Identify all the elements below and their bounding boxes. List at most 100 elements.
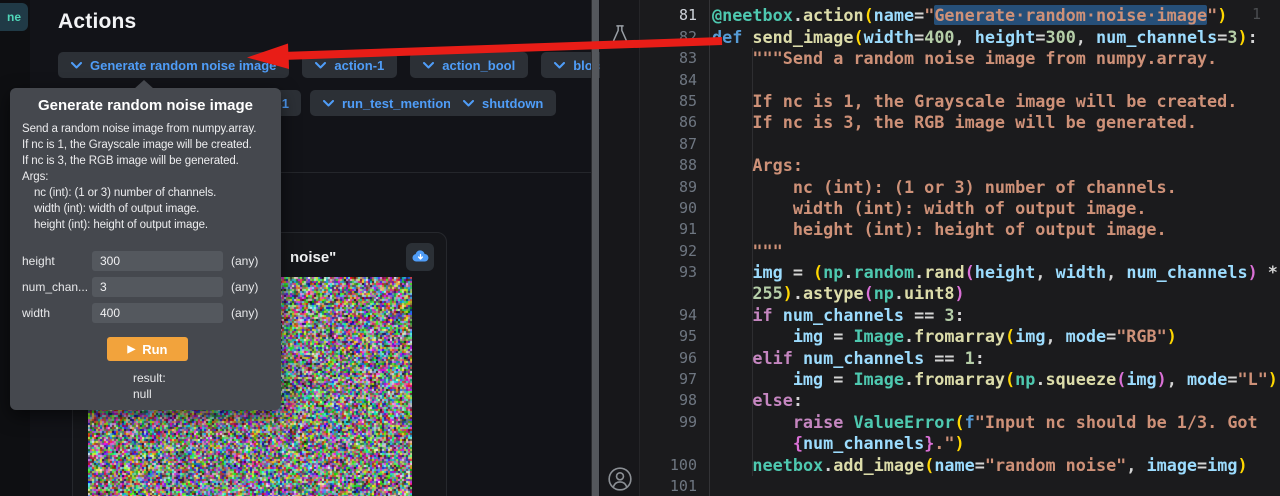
code-text: img = Image.fromarray(img, mode="RGB")	[697, 326, 1177, 347]
account-icon[interactable]	[607, 466, 633, 492]
action-button[interactable]: action_bool	[410, 52, 528, 78]
page-title: Actions	[58, 10, 136, 34]
line-number: 90	[640, 198, 697, 219]
chevron-down-icon	[463, 100, 474, 107]
code-text: if num_channels == 3:	[697, 305, 965, 326]
code-text: Args:	[697, 155, 803, 176]
code-line: 96 elif num_channels == 1:	[640, 348, 1280, 369]
line-number: 93	[640, 262, 697, 283]
chevron-down-icon	[315, 62, 326, 69]
run-button-label: Run	[142, 342, 167, 357]
field-type-hint: (any)	[231, 280, 258, 294]
field-row: num_chan... (any)	[22, 277, 272, 297]
field-input[interactable]	[92, 277, 223, 297]
code-text: raise ValueError(f"Input nc should be 1/…	[697, 412, 1258, 433]
code-line: 84	[640, 70, 1280, 91]
line-number	[640, 283, 697, 304]
line-number: 85	[640, 91, 697, 112]
field-label: width	[22, 306, 92, 320]
code-text: elif num_channels == 1:	[697, 348, 985, 369]
code-editor[interactable]: 8081@neetbox.action(name="Generate·rando…	[640, 0, 1280, 496]
code-text: img = (np.random.rand(height, width, num…	[697, 262, 1278, 283]
line-number: 96	[640, 348, 697, 369]
code-line: 91 height (int): height of output image.	[640, 219, 1280, 240]
action-button-label: shutdown	[482, 96, 543, 111]
chevron-down-icon	[554, 62, 565, 69]
code-line: {num_channels}.")	[640, 433, 1280, 454]
code-text: width (int): width of output image.	[697, 198, 1146, 219]
field-type-hint: (any)	[231, 254, 258, 268]
code-line: 94 if num_channels == 3:	[640, 305, 1280, 326]
line-number: 92	[640, 241, 697, 262]
code-text	[697, 134, 712, 155]
action-button-label: run_test_mention	[342, 96, 451, 111]
line-number: 89	[640, 177, 697, 198]
result-label: result:	[133, 371, 166, 385]
chevron-down-icon	[423, 62, 434, 69]
code-line: 86 If nc is 3, the RGB image will be gen…	[640, 112, 1280, 133]
line-number: 100	[640, 455, 697, 476]
corner-tab[interactable]: ne	[0, 3, 28, 31]
field-input[interactable]	[92, 251, 223, 271]
action-buttons-row1: Generate random noise image action-1 actio…	[58, 52, 668, 78]
code-text: else:	[697, 390, 803, 411]
code-line: 85 If nc is 1, the Grayscale image will …	[640, 91, 1280, 112]
action-button[interactable]: Generate random noise image	[58, 52, 289, 78]
code-line: 92 """	[640, 241, 1280, 262]
action-button[interactable]: run_test_mention	[310, 90, 464, 116]
code-line: 95 img = Image.fromarray(img, mode="RGB"…	[640, 326, 1280, 347]
code-line: 93 img = (np.random.rand(height, width, …	[640, 262, 1280, 283]
code-line: 83 """Send a random noise image from num…	[640, 48, 1280, 69]
code-text: {num_channels}.")	[697, 433, 965, 454]
code-line: 90 width (int): width of output image.	[640, 198, 1280, 219]
code-text: @neetbox.action(name="Generate·random·no…	[697, 5, 1227, 26]
activity-strip	[600, 0, 640, 496]
code-area: 8081@neetbox.action(name="Generate·rando…	[640, 0, 1280, 496]
flask-icon[interactable]	[609, 24, 631, 46]
line-number: 101	[640, 476, 697, 496]
code-line: 97 img = Image.fromarray(np.squeeze(img)…	[640, 369, 1280, 390]
line-number: 95	[640, 326, 697, 347]
action-button[interactable]: action-1	[302, 52, 397, 78]
run-button[interactable]: ▶ Run	[107, 337, 188, 361]
line-number: 84	[640, 70, 697, 91]
code-text	[697, 70, 712, 91]
code-text: If nc is 3, the RGB image will be genera…	[697, 112, 1197, 133]
popover-description-line: If nc is 1, the Grayscale image will be …	[22, 137, 272, 153]
line-number: 94	[640, 305, 697, 326]
popover-title: Generate random noise image	[10, 97, 281, 114]
field-row: height(any)	[22, 251, 272, 271]
chevron-down-icon	[323, 100, 334, 107]
code-line: 255).astype(np.uint8)	[640, 283, 1280, 304]
download-image-button[interactable]	[406, 243, 434, 271]
code-line: 100 neetbox.add_image(name="random noise…	[640, 455, 1280, 476]
action-button-label: Generate random noise image	[90, 58, 276, 73]
code-line: 98 else:	[640, 390, 1280, 411]
line-number: 91	[640, 219, 697, 240]
play-icon: ▶	[128, 344, 136, 355]
code-line: 82def send_image(width=400, height=300, …	[640, 27, 1280, 48]
action-button[interactable]: shutdown	[450, 90, 556, 116]
code-text: def send_image(width=400, height=300, nu…	[697, 27, 1258, 48]
chevron-down-icon	[71, 62, 82, 69]
line-number: 98	[640, 390, 697, 411]
code-text: neetbox.add_image(name="random noise", i…	[697, 455, 1248, 476]
code-line: 101	[640, 476, 1280, 496]
image-card-title: noise"	[290, 249, 336, 266]
line-number: 81	[640, 5, 697, 26]
popover-arg-line: height (int): height of output image.	[22, 217, 272, 233]
code-text	[697, 476, 712, 496]
popover-arg-line: width (int): width of output image.	[22, 201, 272, 217]
line-number: 88	[640, 155, 697, 176]
field-label: num_chan...	[22, 280, 92, 294]
code-text: If nc is 1, the Grayscale image will be …	[697, 91, 1237, 112]
page-scrollbar[interactable]	[591, 0, 599, 496]
popover-fields: height(any) num_chan... (any) width (any)	[22, 251, 272, 329]
code-text: """Send a random noise image from numpy.…	[697, 48, 1217, 69]
line-number: 82	[640, 27, 697, 48]
code-text: 255).astype(np.uint8)	[697, 283, 965, 304]
cloud-download-icon	[412, 249, 429, 266]
field-type-hint: (any)	[231, 306, 258, 320]
field-row: width (any)	[22, 303, 272, 323]
field-input[interactable]	[92, 303, 223, 323]
